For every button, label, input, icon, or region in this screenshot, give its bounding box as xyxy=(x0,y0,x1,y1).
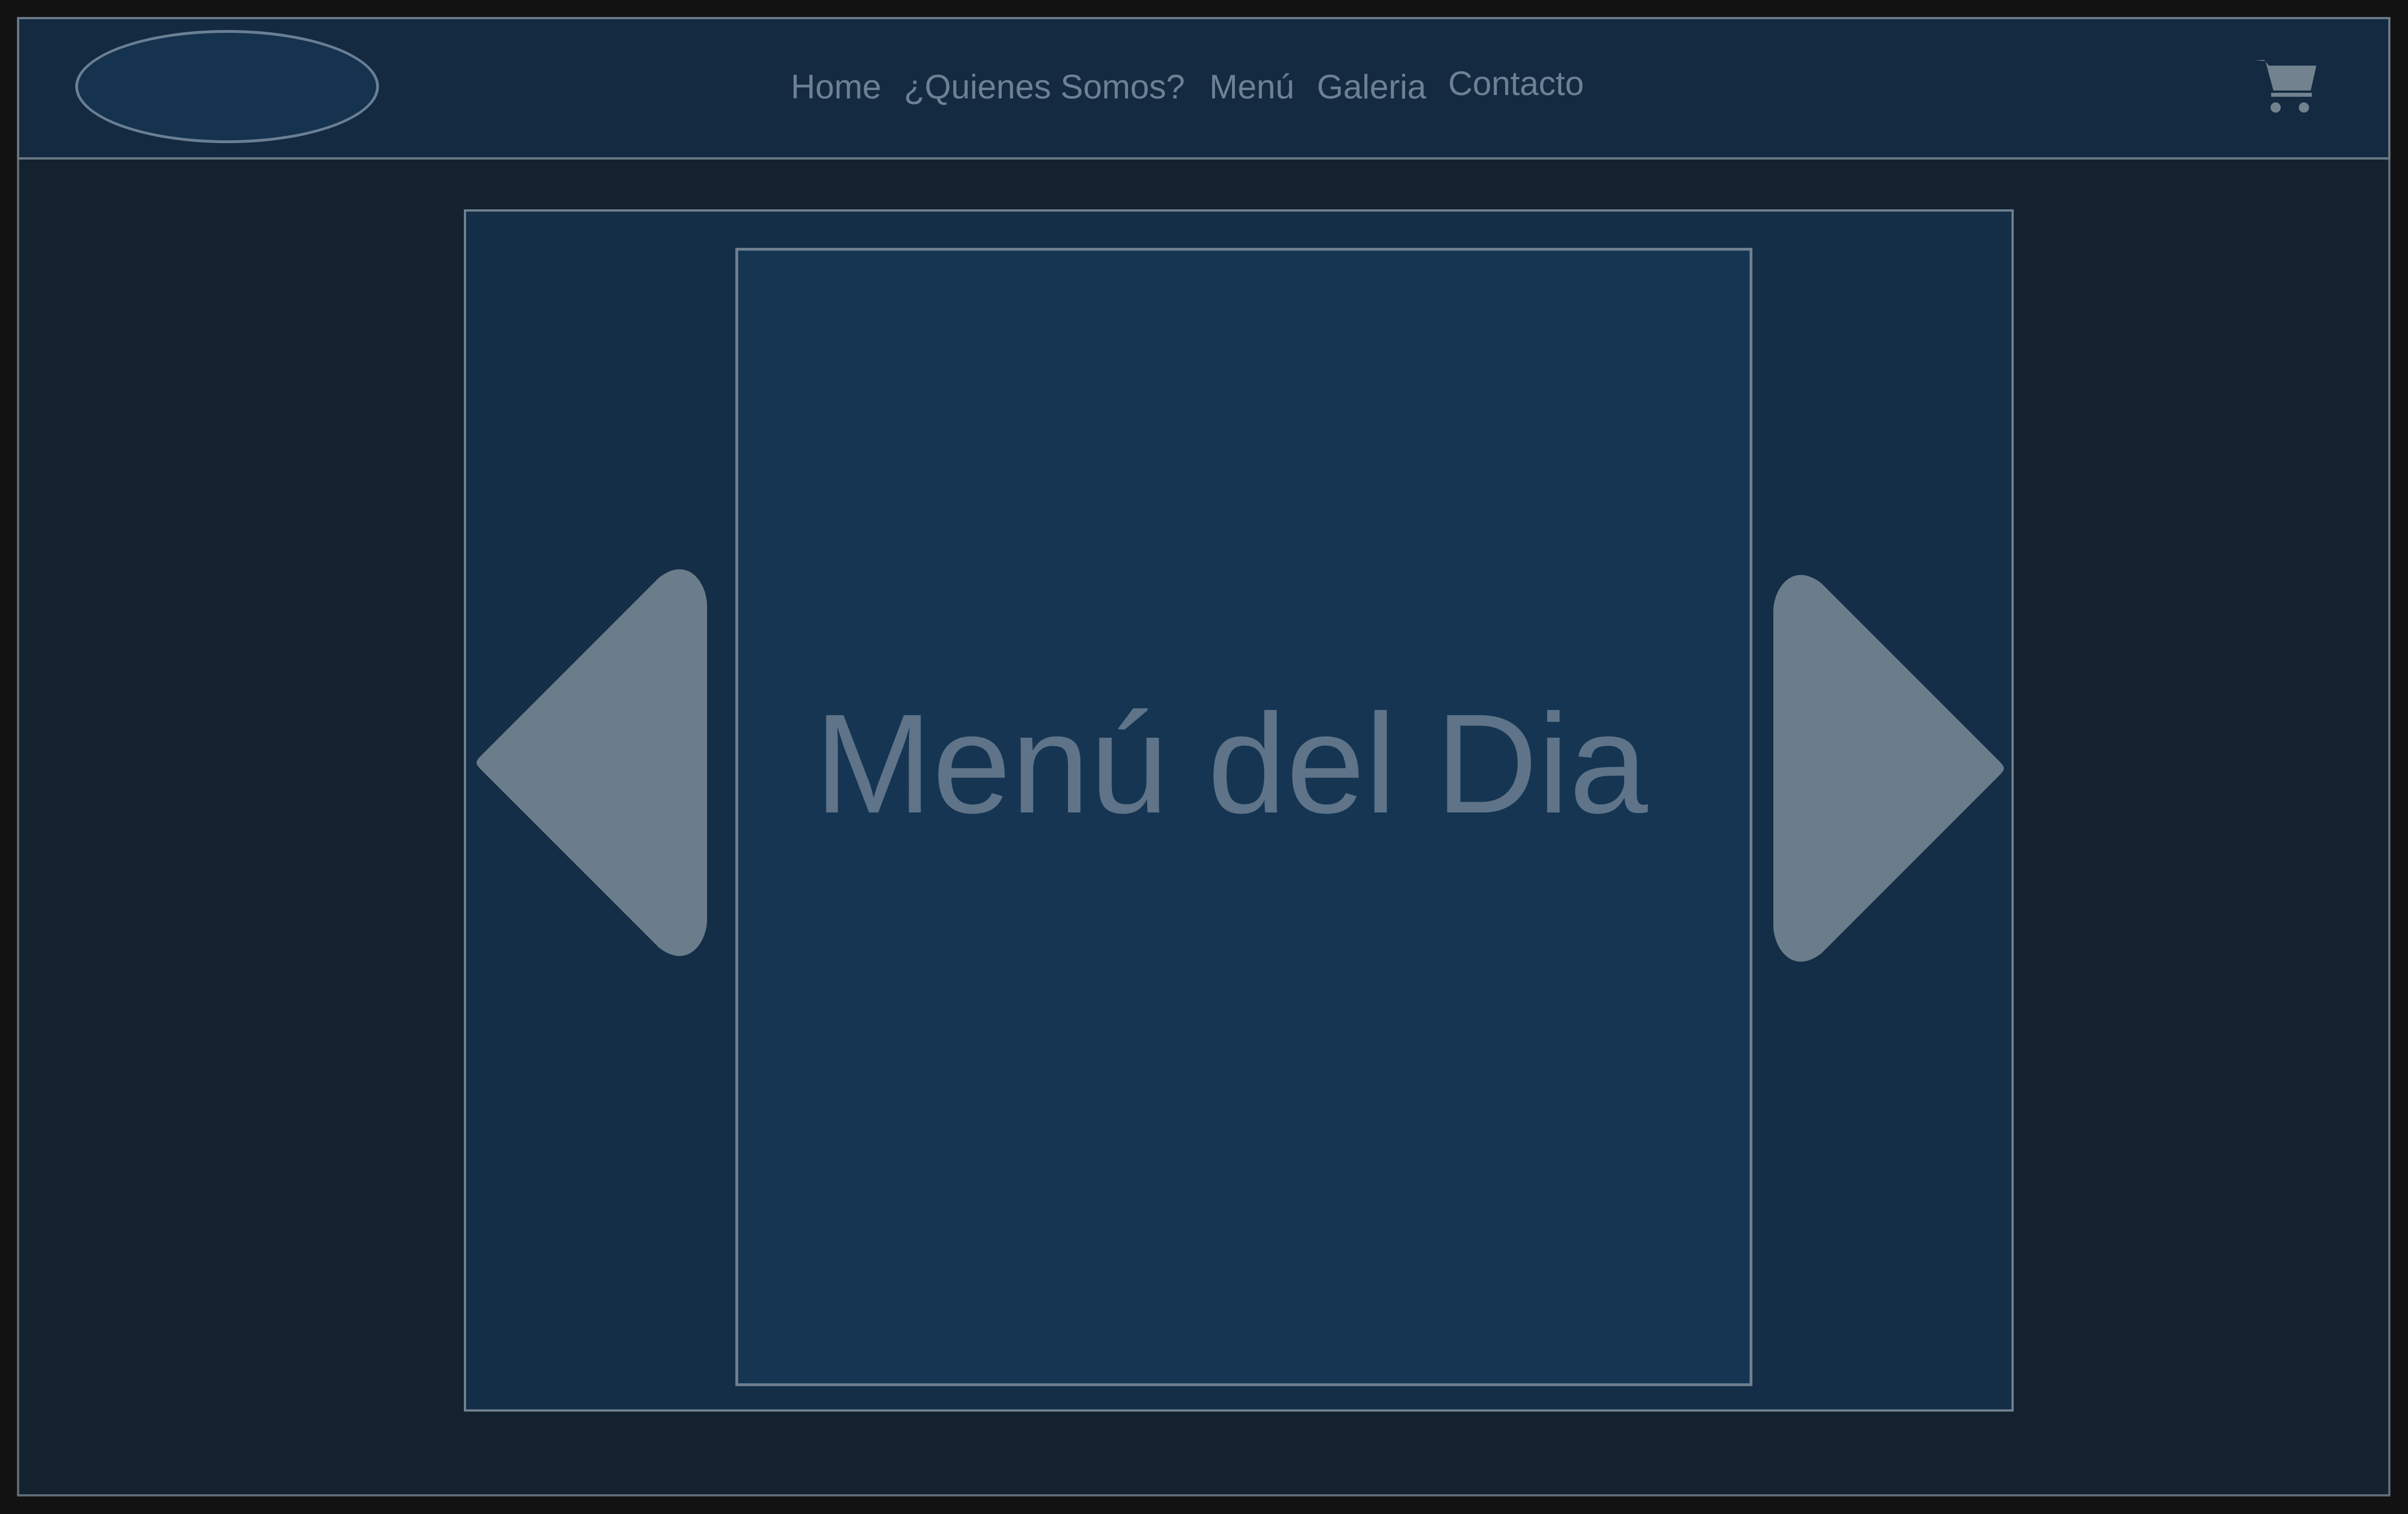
nav-link-quienes-somos[interactable]: ¿Quienes Somos? xyxy=(904,67,1185,107)
chevron-left-icon[interactable] xyxy=(472,567,707,958)
nav-link-menu[interactable]: Menú xyxy=(1209,67,1294,107)
nav-link-contacto[interactable]: Contacto xyxy=(1448,63,1584,104)
nav-link-home[interactable]: Home xyxy=(791,67,881,107)
chevron-right-icon[interactable] xyxy=(1773,573,2008,964)
slide-title: Menú del Dia xyxy=(815,685,1648,842)
logo[interactable] xyxy=(75,30,379,143)
shopping-cart-icon[interactable] xyxy=(2254,55,2317,114)
nav-link-galeria[interactable]: Galeria xyxy=(1317,67,1426,107)
